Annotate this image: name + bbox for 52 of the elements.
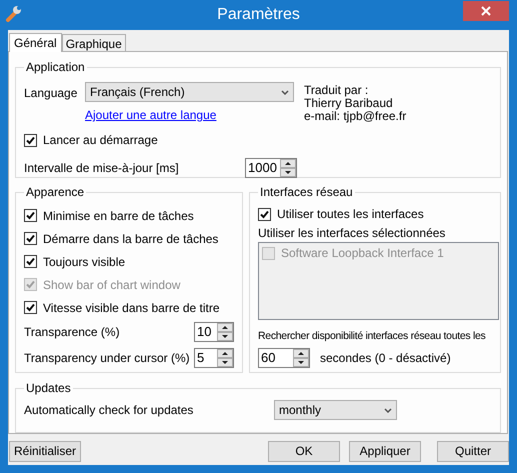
checkbox-label: Démarre dans la barre de tâches [43,230,218,248]
field-label: Automatically check for updates [24,402,194,419]
dialog-button[interactable]: OK [268,440,340,462]
translator-text: e-mail: tjpb@free.fr [304,110,406,123]
checkbox[interactable] [258,208,271,220]
checkbox-label: Toujours visible [43,254,126,270]
chevron-down-icon [384,408,392,412]
window-title: Paramètres [217,5,300,25]
close-button[interactable] [463,1,509,21]
field-label: Intervalle de mise-à-jour [ms] [24,160,180,177]
translator-text: Traduit par : [304,84,370,97]
checkbox-label: Vitesse visible dans barre de titre [43,300,220,316]
chevron-down-icon [281,90,289,94]
dialog-button[interactable]: Appliquer [349,440,421,462]
checkbox[interactable] [24,134,37,146]
wrench-icon [5,5,22,22]
checkbox[interactable] [24,255,37,268]
checkbox[interactable] [24,232,37,245]
tab[interactable]: Général [9,33,62,52]
group-title: Interfaces réseau [259,184,354,201]
field-label: Utiliser les interfaces sélectionnées [258,225,446,242]
close-icon [481,6,491,16]
dialog-button[interactable]: Quitter [437,440,509,462]
spin-arrows-icon[interactable] [280,159,296,177]
field-label: Language [24,85,78,102]
spin-box[interactable]: 60 [258,348,310,368]
group-title: Application [25,59,86,76]
field-label: secondes (0 - désactivé) [320,350,451,367]
checkbox-label: Lancer au démarrage [43,132,158,149]
translator-text: Thierry Baribaud [304,97,394,110]
checkbox[interactable] [24,209,37,222]
spin-box[interactable]: 1000 [245,158,297,178]
dropdown[interactable]: Français (French) [85,82,294,102]
spin-arrows-icon[interactable] [293,348,309,367]
checkbox[interactable] [24,301,37,314]
group-title: Apparence [25,184,86,201]
group-title: Updates [25,380,72,397]
spin-box[interactable]: 10 [194,322,234,342]
checkbox-label: Utiliser toutes les interfaces [277,206,424,223]
field-label: Rechercher disponibilité interfaces réseau toutes les [258,329,486,344]
spin-arrows-icon[interactable] [217,323,233,341]
checkbox-label: Minimise en barre de tâches [43,208,194,224]
checkbox-label: Show bar of chart window [43,276,180,294]
field-label: Transparency under cursor (%) [24,350,191,367]
tab[interactable]: Graphique [62,34,126,51]
spin-arrows-icon[interactable] [217,349,233,367]
field-label: Transparence (%) [24,324,121,341]
checkbox-label: Software Loopback Interface 1 [281,245,444,262]
spin-box[interactable]: 5 [194,348,234,368]
dropdown[interactable]: monthly [274,400,397,420]
reset-button[interactable]: Réinitialiser [9,440,81,462]
add-language-link[interactable]: Ajouter une autre langue [85,106,216,124]
